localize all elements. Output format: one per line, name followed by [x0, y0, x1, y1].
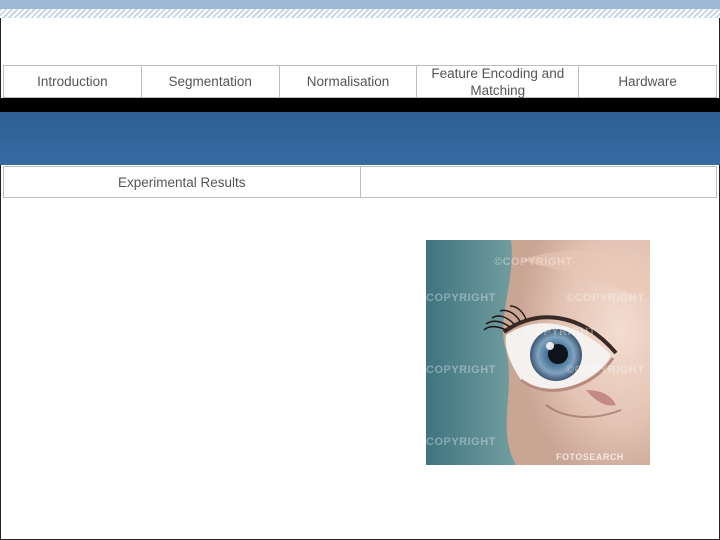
nav-item-hardware[interactable]: Hardware [579, 66, 716, 97]
title-band [0, 112, 720, 165]
watermark-text: ©COPYRIGHT [566, 292, 645, 304]
nav-item-experimental-results[interactable]: Experimental Results [4, 167, 361, 197]
watermark-text: ©COPYRIGHT [566, 364, 645, 376]
eye-photo: ©COPYRIGHT COPYRIGHT ©COPYRIGHT COPYRIGH… [426, 240, 650, 465]
nav-item-segmentation[interactable]: Segmentation [142, 66, 280, 97]
nav-item-feature-encoding[interactable]: Feature Encoding and Matching [417, 66, 580, 98]
watermark-text: ©COPYRIGHT [494, 256, 573, 268]
top-nav: Introduction Segmentation Normalisation … [3, 65, 717, 98]
decorative-top-band [0, 0, 720, 18]
eye-illustration [426, 240, 650, 465]
nav-item-empty[interactable] [361, 167, 717, 197]
watermark-text: COPYRIGHT [526, 326, 596, 338]
top-band-solid [0, 0, 720, 9]
watermark-text: COPYRIGHT [426, 292, 496, 304]
nav-item-normalisation[interactable]: Normalisation [280, 66, 418, 97]
divider-bar [0, 98, 720, 112]
watermark-text: COPYRIGHT [426, 364, 496, 376]
watermark-logo: FOTOSEARCH [556, 452, 624, 462]
watermark-text: COPYRIGHT [426, 436, 496, 448]
secondary-nav: Experimental Results [3, 166, 717, 198]
nav-item-introduction[interactable]: Introduction [4, 66, 142, 97]
